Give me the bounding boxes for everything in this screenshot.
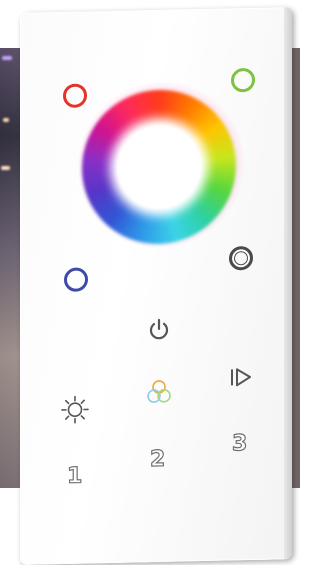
background-light	[1, 166, 10, 170]
power-icon[interactable]	[146, 316, 172, 343]
background-light	[2, 56, 12, 60]
blue-ring-button[interactable]	[64, 267, 88, 292]
panel-edge	[284, 7, 292, 560]
wall-controller-panel: 1 2 3	[20, 7, 292, 565]
play-next-icon[interactable]	[228, 365, 254, 390]
red-ring-button[interactable]	[63, 83, 87, 108]
white-ring-button[interactable]	[229, 245, 253, 271]
scene-button-2[interactable]: 2	[149, 446, 166, 473]
green-ring-button[interactable]	[231, 67, 255, 93]
scene-button-1[interactable]: 1	[66, 463, 83, 490]
background-light	[3, 118, 9, 122]
sun-icon[interactable]	[60, 394, 90, 425]
rgb-mix-icon[interactable]	[144, 377, 174, 408]
scene-button-3[interactable]: 3	[231, 430, 248, 457]
